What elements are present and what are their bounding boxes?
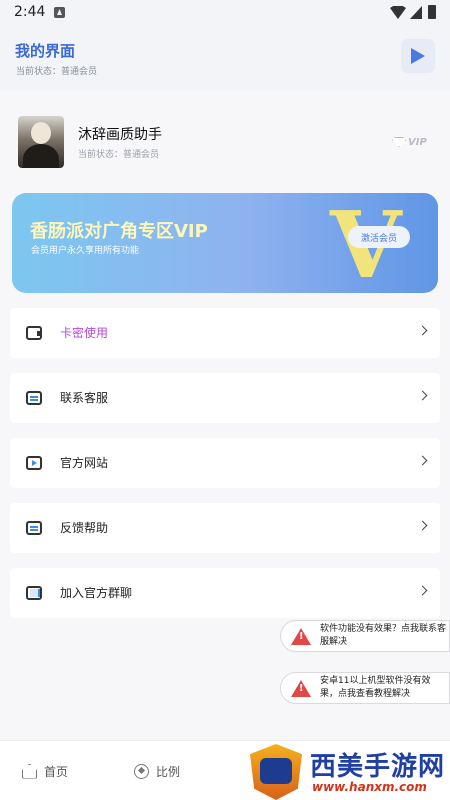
chevron-right-icon — [417, 325, 428, 336]
gamepad-shield-logo — [250, 744, 302, 800]
page-title: 我的界面 — [15, 42, 76, 60]
page-subtitle: 当前状态：普通会员 — [16, 67, 98, 77]
home-icon — [22, 763, 37, 779]
banner-title: 香肠派对广角专区VIP — [30, 221, 208, 242]
menu-item-label: 加入官方群聊 — [60, 586, 133, 600]
menu-item-label: 反馈帮助 — [60, 521, 109, 535]
chevron-right-icon — [417, 455, 428, 466]
play-icon — [26, 456, 42, 470]
warning-icon — [291, 628, 311, 645]
help-toast-tutorial[interactable]: 安卓11以上机型软件没有效果，点我查看教程解决 — [280, 672, 450, 704]
notification-icon — [54, 7, 65, 18]
menu-item-label: 联系客服 — [60, 391, 109, 405]
wifi-icon — [390, 6, 406, 19]
vip-badge-label: VIP — [408, 136, 427, 148]
main-content: 沐辞画质助手 当前状态：普通会员 VIP 香肠派对广角专区VIP 会员用户永久享… — [0, 90, 450, 740]
help-toast-service[interactable]: 软件功能没有效果？点我联系客服解决 — [280, 620, 450, 652]
menu-item-join-group[interactable]: 加入官方群聊 — [10, 568, 440, 618]
battery-icon — [428, 5, 436, 19]
watermark-brand: 西美手游网 — [310, 752, 446, 782]
vip-banner[interactable]: 香肠派对广角专区VIP 会员用户永久享用所有功能 V 激活会员 — [12, 193, 438, 293]
chevron-right-icon — [417, 390, 428, 401]
warning-icon — [291, 680, 311, 697]
signal-icon — [410, 6, 422, 19]
tab-home[interactable]: 首页 — [22, 761, 68, 781]
menu-item-feedback[interactable]: 反馈帮助 — [10, 503, 440, 553]
chat-icon — [26, 391, 42, 405]
avatar[interactable] — [18, 116, 64, 168]
menu-item-label: 官方网站 — [60, 456, 109, 470]
play-button[interactable] — [401, 39, 435, 73]
menu-item-official-site[interactable]: 官方网站 — [10, 438, 440, 488]
watermark-url: www.hanxm.com — [312, 780, 427, 794]
diamond-icon — [392, 137, 406, 147]
profile-card[interactable]: 沐辞画质助手 当前状态：普通会员 VIP — [0, 110, 450, 180]
play-icon — [411, 48, 425, 64]
profile-name: 沐辞画质助手 — [78, 127, 162, 143]
status-bar: 2:44 — [0, 0, 450, 26]
tab-label: 比例 — [156, 764, 181, 779]
profile-status: 当前状态：普通会员 — [78, 150, 160, 160]
chevron-right-icon — [417, 585, 428, 596]
toast-text: 软件功能没有效果？点我联系客服解决 — [320, 624, 447, 647]
card-icon — [26, 326, 42, 340]
menu-item-card-key[interactable]: 卡密使用 — [10, 308, 440, 358]
site-watermark: 西美手游网 www.hanxm.com — [248, 744, 450, 800]
status-time: 2:44 — [14, 4, 46, 20]
tab-ratio[interactable]: 比例 — [134, 761, 180, 781]
tab-label: 首页 — [44, 764, 69, 779]
chat-icon — [26, 521, 42, 535]
banner-subtitle: 会员用户永久享用所有功能 — [31, 246, 140, 256]
chevron-right-icon — [417, 520, 428, 531]
compass-icon — [134, 763, 149, 779]
activate-member-button[interactable]: 激活会员 — [348, 226, 410, 248]
book-icon — [26, 586, 42, 600]
menu-item-contact-service[interactable]: 联系客服 — [10, 373, 440, 423]
vip-badge: VIP — [392, 135, 427, 149]
page-header: 我的界面 当前状态：普通会员 — [0, 26, 450, 90]
toast-text: 安卓11以上机型软件没有效果，点我查看教程解决 — [320, 676, 431, 699]
menu-item-label: 卡密使用 — [60, 326, 109, 340]
